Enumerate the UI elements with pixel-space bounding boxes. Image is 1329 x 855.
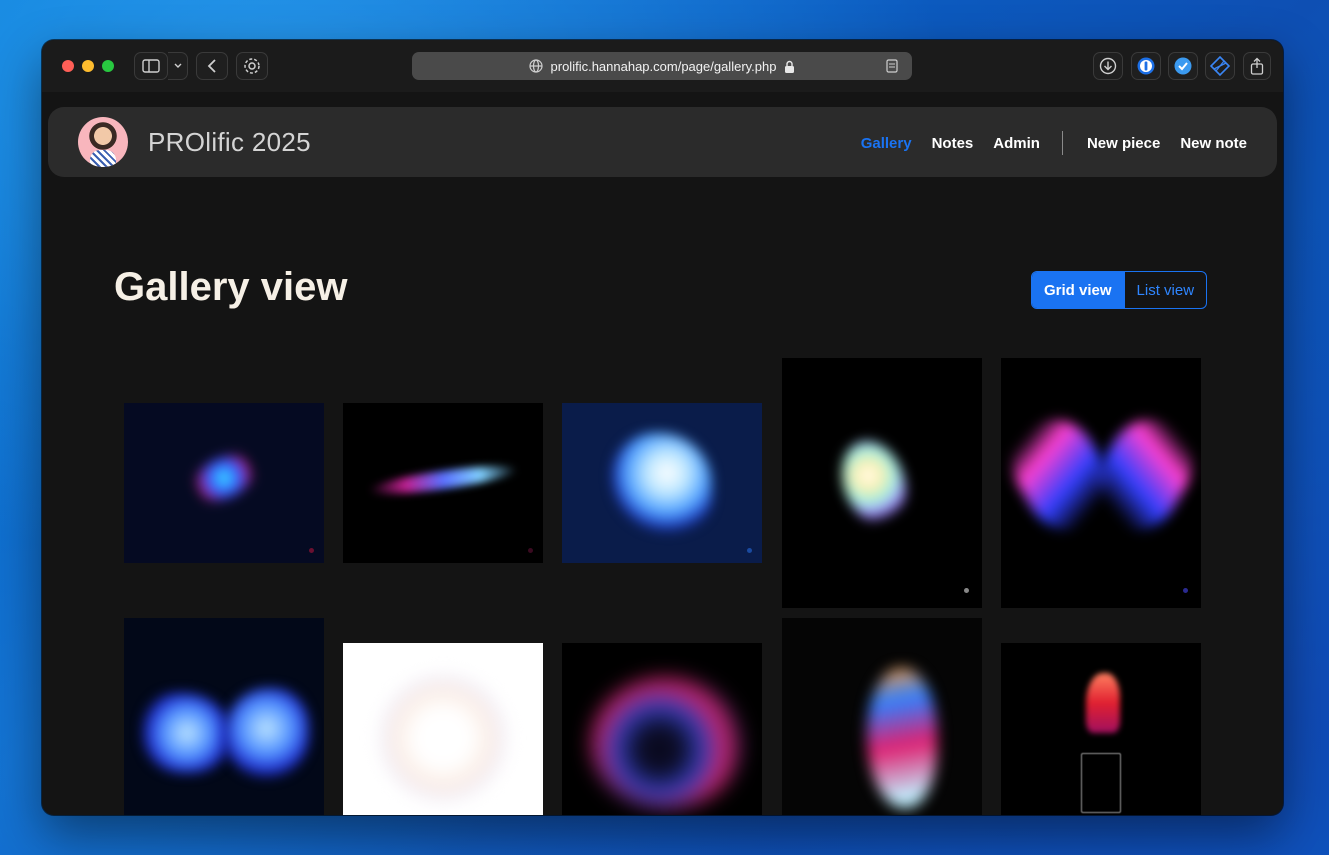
grid-view-button[interactable]: Grid view — [1032, 272, 1124, 308]
chevron-down-icon — [174, 63, 181, 68]
settings-button[interactable] — [236, 52, 268, 80]
site-navbar: PROlific 2025 Gallery Notes Admin New pi… — [48, 107, 1277, 177]
zoom-window-button[interactable] — [102, 60, 114, 72]
password-icon — [1137, 57, 1155, 75]
minimize-window-button[interactable] — [82, 60, 94, 72]
nav-links: Gallery Notes Admin New piece New note — [841, 131, 1247, 155]
new-note-link[interactable]: New note — [1180, 135, 1247, 152]
back-button[interactable] — [196, 52, 228, 80]
browser-window: prolific.hannahap.com/page/gallery.php P… — [42, 40, 1283, 815]
nav-divider — [1061, 131, 1063, 155]
gallery-item[interactable] — [782, 618, 982, 815]
gear-icon — [244, 58, 260, 74]
list-view-button[interactable]: List view — [1123, 272, 1207, 308]
avatar[interactable] — [78, 117, 128, 167]
gallery-item[interactable] — [782, 358, 982, 608]
password-manager-button[interactable] — [1131, 52, 1161, 80]
download-icon — [1099, 57, 1117, 75]
reader-icon[interactable] — [886, 59, 898, 73]
gallery-item[interactable] — [124, 403, 324, 563]
downloads-button[interactable] — [1093, 52, 1123, 80]
view-toggle: Grid view List view — [1031, 271, 1208, 309]
new-piece-link[interactable]: New piece — [1087, 135, 1160, 152]
gallery-item[interactable] — [343, 403, 543, 563]
close-window-button[interactable] — [62, 60, 74, 72]
globe-icon — [528, 59, 543, 73]
sidebar-toggle-button[interactable] — [134, 52, 168, 80]
tasks-extension-button[interactable] — [1168, 52, 1198, 80]
address-bar[interactable]: prolific.hannahap.com/page/gallery.php — [412, 52, 912, 80]
gallery-item[interactable] — [343, 643, 543, 815]
gallery-item[interactable] — [1001, 358, 1201, 608]
tab-group-menu-button[interactable] — [168, 52, 188, 80]
lock-icon — [785, 60, 795, 73]
gallery-item[interactable] — [124, 618, 324, 815]
extension-icon — [1210, 56, 1230, 76]
gallery-item[interactable] — [562, 403, 762, 563]
check-icon — [1174, 57, 1192, 75]
share-icon — [1250, 57, 1264, 75]
back-icon — [207, 59, 216, 73]
extension-button[interactable] — [1205, 52, 1235, 80]
nav-notes-link[interactable]: Notes — [932, 135, 974, 152]
share-button[interactable] — [1243, 52, 1271, 80]
page-title: Gallery view — [114, 265, 348, 309]
url-text: prolific.hannahap.com/page/gallery.php — [550, 58, 777, 74]
nav-admin-link[interactable]: Admin — [993, 135, 1040, 152]
site-brand[interactable]: PROlific 2025 — [148, 127, 311, 158]
nav-gallery-link[interactable]: Gallery — [861, 135, 912, 152]
sidebar-icon — [142, 59, 160, 73]
gallery-item[interactable] — [562, 643, 762, 815]
gallery-item[interactable] — [1001, 643, 1201, 815]
browser-toolbar: prolific.hannahap.com/page/gallery.php — [42, 40, 1283, 92]
